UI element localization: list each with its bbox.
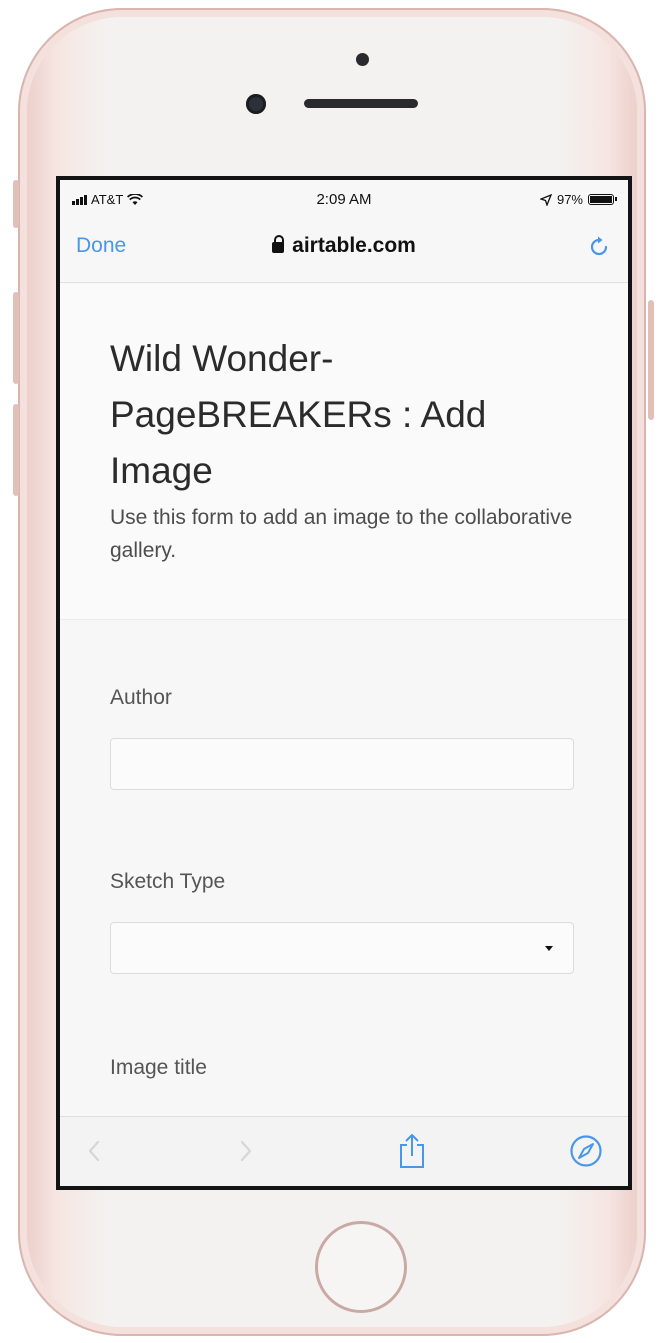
lock-icon xyxy=(272,235,285,253)
share-button[interactable] xyxy=(392,1131,432,1171)
web-content: Wild Wonder-PageBREAKERs : Add Image Use… xyxy=(60,283,628,1115)
home-button[interactable] xyxy=(315,1221,407,1313)
back-button[interactable] xyxy=(74,1131,114,1171)
silent-switch xyxy=(13,180,19,228)
phone-screen: AT&T 2:09 AM 97% Done airtable.com Wild … xyxy=(56,176,632,1190)
reload-icon[interactable] xyxy=(586,234,612,260)
address-bar[interactable]: airtable.com xyxy=(60,234,628,258)
volume-up-button xyxy=(13,292,19,384)
back-icon xyxy=(88,1140,100,1162)
sketch-type-label: Sketch Type xyxy=(110,870,226,893)
forward-button[interactable] xyxy=(226,1131,266,1171)
form-header: Wild Wonder-PageBREAKERs : Add Image Use… xyxy=(60,283,628,620)
bookmarks-button[interactable] xyxy=(566,1131,606,1171)
url-text: airtable.com xyxy=(292,234,416,257)
author-input[interactable] xyxy=(110,738,574,790)
battery-percent: 97% xyxy=(556,192,583,207)
battery-icon xyxy=(588,194,617,205)
chevron-down-icon xyxy=(545,946,553,951)
forward-icon xyxy=(240,1140,252,1162)
sketch-type-select[interactable] xyxy=(110,922,574,974)
compass-icon xyxy=(570,1135,602,1167)
form-body: Author Sketch Type Image title xyxy=(60,620,628,1115)
form-title: Wild Wonder-PageBREAKERs : Add Image xyxy=(110,338,487,491)
volume-down-button xyxy=(13,404,19,496)
battery-status: 97% xyxy=(539,192,617,207)
author-label: Author xyxy=(110,686,172,709)
front-camera xyxy=(246,94,266,114)
share-icon xyxy=(400,1134,424,1168)
power-button xyxy=(648,300,654,420)
browser-toolbar xyxy=(60,1116,628,1186)
earpiece-speaker xyxy=(304,99,418,108)
proximity-sensor xyxy=(356,53,369,66)
location-arrow-icon xyxy=(539,193,552,206)
image-title-label: Image title xyxy=(110,1056,207,1079)
browser-nav-bar: Done airtable.com xyxy=(60,220,628,283)
form-description: Use this form to add an image to the col… xyxy=(110,506,573,562)
status-bar: AT&T 2:09 AM 97% xyxy=(60,180,628,220)
